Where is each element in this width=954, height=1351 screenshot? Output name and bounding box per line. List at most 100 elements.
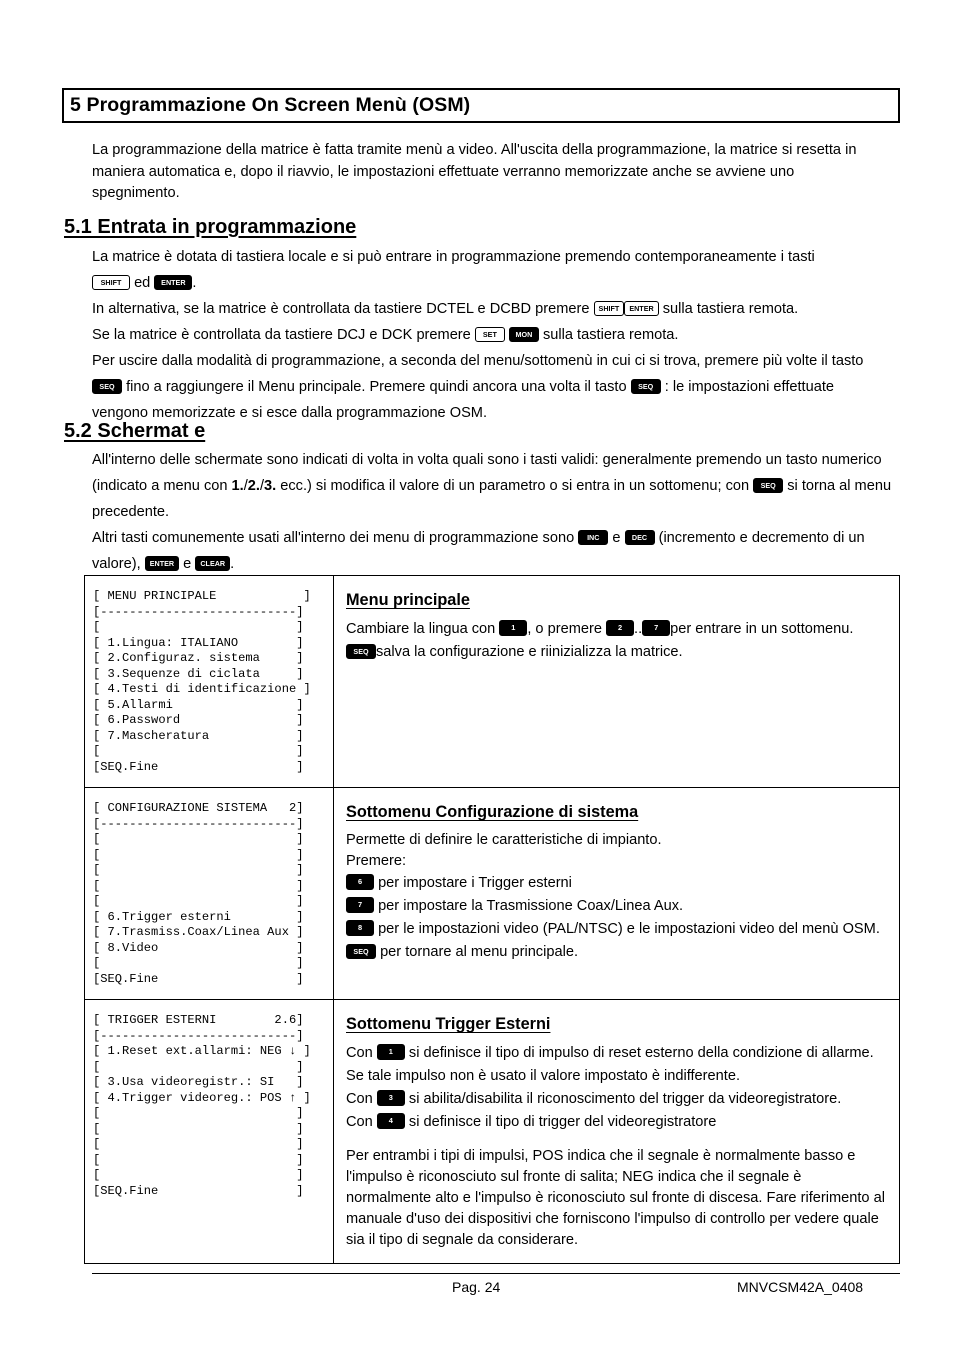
clear-key-icon: CLEAR bbox=[195, 555, 231, 571]
seq-key-icon: SEQ bbox=[630, 378, 661, 394]
seq-key-icon: SEQ bbox=[346, 943, 376, 959]
text-itemseq: per tornare al menu principale. bbox=[380, 944, 578, 960]
text-con-4: Con bbox=[346, 1114, 373, 1130]
num-key-1-icon: 1 bbox=[376, 1043, 405, 1061]
text-p4a: Per uscire dalla modalità di programmazi… bbox=[92, 353, 864, 369]
description-cell-external-triggers: Sottomenu Trigger Esterni Con 1 si defin… bbox=[333, 999, 900, 1264]
description-item-1: Con 1 si definisce il tipo di impulso di… bbox=[346, 1042, 889, 1088]
dec-key-icon: DEC bbox=[624, 529, 655, 545]
text-con-1: Con bbox=[346, 1045, 373, 1061]
section-5-1-body: La matrice è dotata di tastiera locale e… bbox=[92, 244, 892, 426]
description-cell-system-config: Sottomenu Configurazione di sistema Perm… bbox=[333, 787, 900, 1000]
num-key-6-icon: 6 bbox=[346, 873, 374, 891]
set-key-icon: SET bbox=[474, 326, 505, 342]
menu-number-1: 1. bbox=[231, 478, 244, 494]
description-line-2: SEQ salva la configurazione e riinizializ… bbox=[346, 641, 889, 664]
num-key-2-icon: 2 bbox=[606, 619, 635, 637]
inc-key-icon: INC bbox=[578, 529, 609, 545]
osm-screen-cell-main-menu: [ MENU PRINCIPALE ] [-------------------… bbox=[84, 575, 334, 788]
document-page: 5 Programmazione On Screen Menù (OSM) La… bbox=[0, 0, 954, 1351]
description-note: Per entrambi i tipi di impulsi, POS indi… bbox=[346, 1148, 885, 1248]
description-heading: Sottomenu Configurazione di sistema bbox=[346, 803, 639, 821]
text-p2b: sulla tastiera remota. bbox=[662, 301, 799, 317]
text-item8: per le impostazioni video (PAL/NTSC) e l… bbox=[378, 921, 880, 937]
text-52-p2d: e bbox=[183, 556, 192, 572]
footer-divider bbox=[92, 1273, 900, 1274]
seq-key-icon: SEQ bbox=[346, 643, 376, 659]
num-key-3-icon: 3 bbox=[376, 1089, 405, 1107]
table-row: [ TRIGGER ESTERNI 2.6] [----------------… bbox=[84, 999, 900, 1264]
chapter-title: 5 Programmazione On Screen Menù (OSM) bbox=[70, 94, 471, 116]
description-body: Sottomenu Configurazione di sistema Perm… bbox=[334, 788, 899, 976]
num-key-7-icon: 7 bbox=[642, 619, 671, 637]
text-line1d: per entrare in un sottomenu. bbox=[670, 621, 854, 637]
shift-key-icon: SHIFT bbox=[593, 300, 625, 316]
description-body: Sottomenu Trigger Esterni Con 1 si defin… bbox=[334, 1000, 899, 1263]
enter-key-icon: ENTER bbox=[154, 274, 193, 290]
description-line-1: Cambiare la lingua con 1, o premere 2.. 7… bbox=[346, 618, 889, 641]
text-line1b: , o premere bbox=[527, 621, 602, 637]
footer-page-number: Pag. 24 bbox=[452, 1279, 501, 1295]
paragraph-local-keyboard: La matrice è dotata di tastiera locale e… bbox=[92, 244, 892, 296]
description-item-3: Con 3 si abilita/disabilita il riconosci… bbox=[346, 1088, 889, 1111]
paragraph-common-keys: Altri tasti comunemente usati all'intern… bbox=[92, 525, 892, 577]
description-intro-2: Premere: bbox=[346, 853, 407, 869]
shift-key-icon: SHIFT bbox=[92, 274, 130, 290]
text-p3a: Se la matrice è controllata da tastiere … bbox=[92, 327, 471, 343]
description-body: Menu principale Cambiare la lingua con 1… bbox=[334, 576, 899, 676]
description-item-seq: SEQ per tornare al menu principale. bbox=[346, 941, 889, 964]
num-key-4-icon: 4 bbox=[376, 1112, 405, 1130]
description-cell-main-menu: Menu principale Cambiare la lingua con 1… bbox=[333, 575, 900, 788]
menu-number-2: 2. bbox=[247, 478, 260, 494]
text-item6: per impostare i Trigger esterni bbox=[378, 875, 572, 891]
paragraph-exit-programming: Per uscire dalla modalità di programmazi… bbox=[92, 348, 892, 426]
osm-screens-table: [ MENU PRINCIPALE ] [-------------------… bbox=[84, 575, 900, 1264]
text-52-p2a: Altri tasti comunemente usati all'intern… bbox=[92, 530, 575, 546]
mon-key-icon: MON bbox=[508, 326, 539, 342]
section-5-2-heading: 5.2 Schermat e bbox=[64, 420, 206, 442]
num-key-8-icon: 8 bbox=[346, 919, 374, 937]
chapter-header-box: 5 Programmazione On Screen Menù (OSM) bbox=[62, 88, 900, 124]
text-line2: salva la configurazione e riinizializza … bbox=[376, 644, 683, 660]
description-item-8: 8 per le impostazioni video (PAL/NTSC) e… bbox=[346, 918, 889, 941]
description-heading: Menu principale bbox=[346, 591, 470, 609]
enter-key-icon: ENTER bbox=[624, 300, 659, 316]
text-item1: si definisce il tipo di impulso di reset… bbox=[346, 1045, 874, 1084]
text-52-p1b: ecc.) si modifica il valore di un parame… bbox=[280, 478, 750, 494]
description-item-4: Con 4 si definisce il tipo di trigger de… bbox=[346, 1111, 889, 1134]
text-p3b: sulla tastiera remota. bbox=[542, 327, 679, 343]
osm-screen-text: [ MENU PRINCIPALE ] [-------------------… bbox=[93, 589, 311, 774]
paragraph-screens-keys: All'interno delle schermate sono indicat… bbox=[92, 447, 892, 525]
table-row: [ MENU PRINCIPALE ] [-------------------… bbox=[84, 575, 900, 788]
footer-document-code: MNVCSM42A_0408 bbox=[737, 1279, 864, 1295]
table-row: [ CONFIGURAZIONE SISTEMA 2] [-----------… bbox=[84, 787, 900, 1000]
text-p4b: fino a raggiungere il Menu principale. P… bbox=[126, 379, 627, 395]
text-line1c: .. bbox=[634, 621, 643, 637]
text-52-p2e: . bbox=[230, 556, 235, 572]
num-key-1-icon: 1 bbox=[499, 619, 528, 637]
text-p2a: In alternativa, se la matrice è controll… bbox=[92, 301, 590, 317]
text-con-3: Con bbox=[346, 1091, 373, 1107]
menu-number-3: 3. bbox=[264, 478, 277, 494]
seq-key-icon: SEQ bbox=[753, 477, 784, 493]
description-item-7: 7 per impostare la Trasmissione Coax/Lin… bbox=[346, 895, 889, 918]
section-5-1-heading: 5.1 Entrata in programmazione bbox=[64, 216, 357, 238]
text-52-p2b: e bbox=[612, 530, 621, 546]
text-p1b: ed bbox=[134, 275, 151, 291]
enter-key-icon: ENTER bbox=[144, 555, 180, 571]
text-p1c: . bbox=[192, 275, 197, 291]
description-item-6: 6 per impostare i Trigger esterni bbox=[346, 872, 889, 895]
osm-screen-cell-system-config: [ CONFIGURAZIONE SISTEMA 2] [-----------… bbox=[84, 787, 334, 1000]
description-intro-1: Permette di definire le caratteristiche … bbox=[346, 832, 662, 848]
osm-screen-text: [ CONFIGURAZIONE SISTEMA 2] [-----------… bbox=[93, 801, 304, 986]
section-5-2-body: All'interno delle schermate sono indicat… bbox=[92, 447, 892, 577]
text-item3: si abilita/disabilita il riconoscimento … bbox=[408, 1091, 842, 1107]
num-key-7-icon: 7 bbox=[346, 896, 374, 914]
paragraph-dcj-dck: Se la matrice è controllata da tastiere … bbox=[92, 322, 892, 348]
intro-paragraph: La programmazione della matrice è fatta … bbox=[92, 142, 857, 201]
osm-screen-text: [ TRIGGER ESTERNI 2.6] [----------------… bbox=[93, 1013, 311, 1198]
paragraph-dctel-dcbd: In alternativa, se la matrice è controll… bbox=[92, 296, 892, 322]
text-p1a: La matrice è dotata di tastiera locale e… bbox=[92, 249, 815, 265]
description-heading: Sottomenu Trigger Esterni bbox=[346, 1015, 551, 1033]
